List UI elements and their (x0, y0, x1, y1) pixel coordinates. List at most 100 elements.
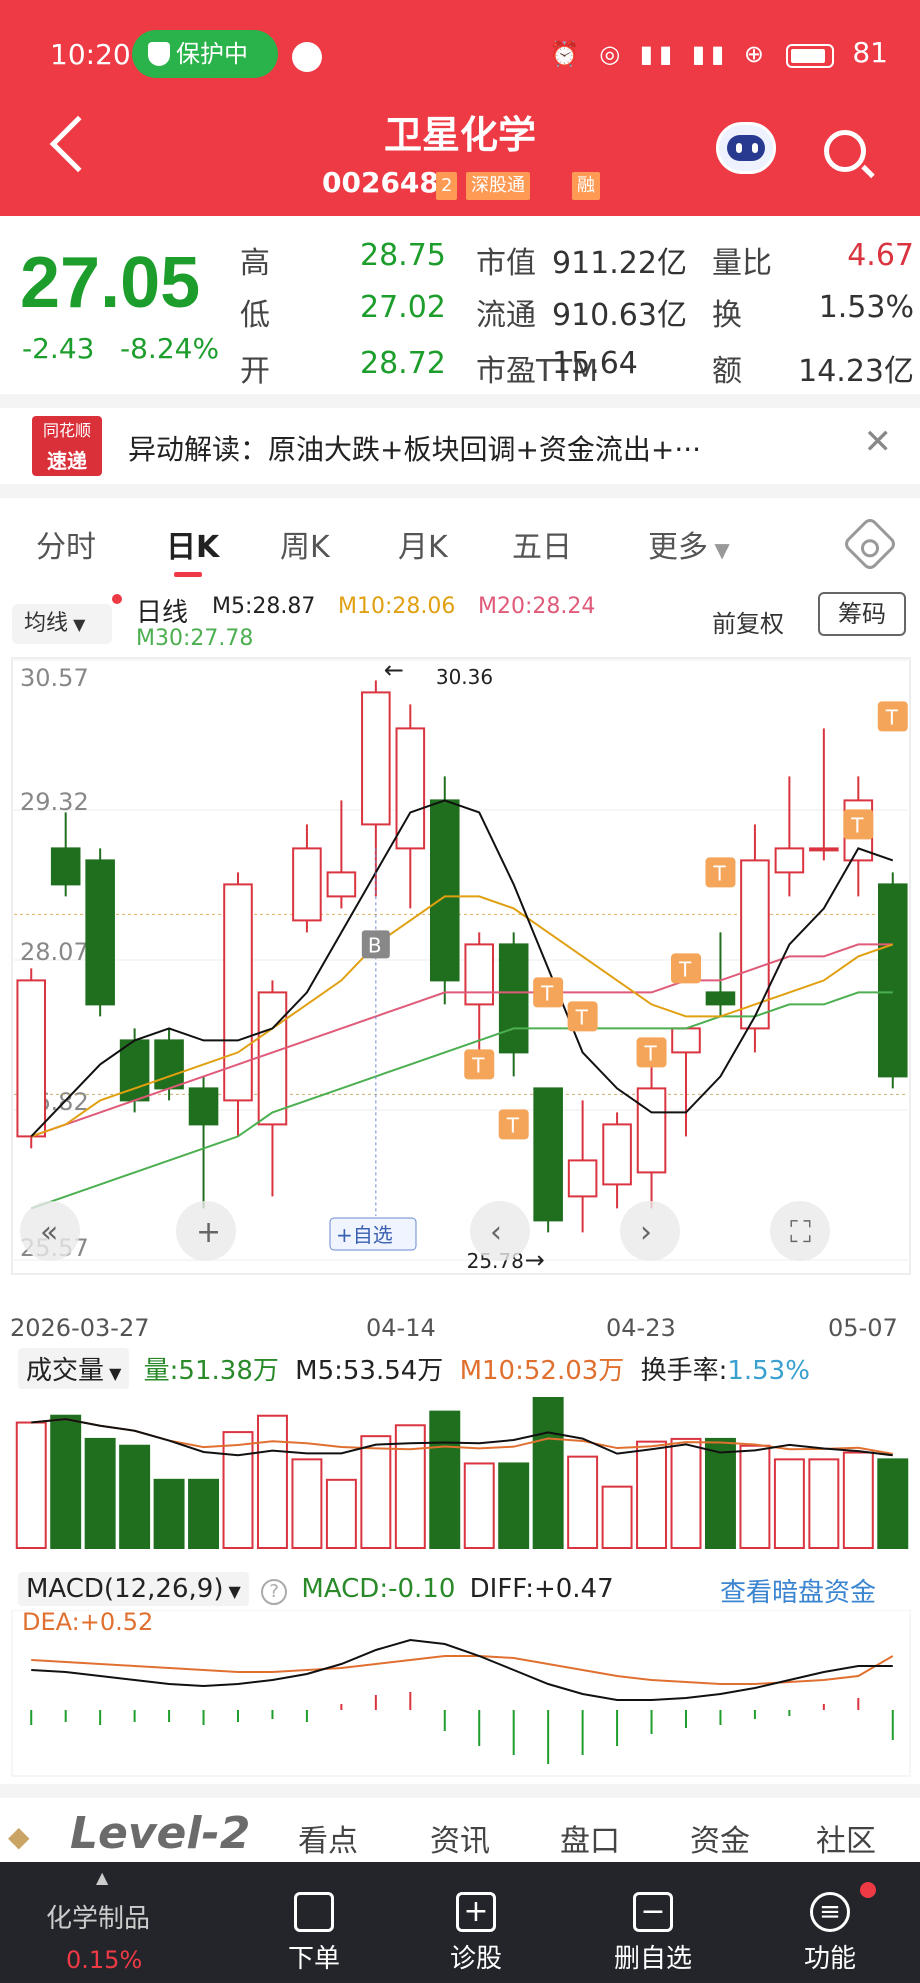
ma-legend: 均线 ▼ 日线 M5:28.87 M10:28.06 M20:28.24 M30… (0, 584, 920, 654)
diagnose-button[interactable]: + 诊股 (426, 1862, 526, 1983)
add-watch-label: +自选 (336, 1223, 393, 1247)
candle-body (602, 1123, 632, 1186)
t-marker-label: T (885, 705, 899, 729)
fullscreen-icon: ⛶ (790, 1215, 811, 1250)
bottom-toolbar: ▲ 化学制品 0.15% 下单 + 诊股 − 删自选 ≡ 功能 (0, 1862, 920, 1983)
triangle-up-icon: ▲ (96, 1868, 109, 1887)
candle-body (740, 859, 770, 1030)
dea-line (31, 1655, 894, 1685)
candle-body (50, 847, 81, 886)
t-marker-label: T (471, 1053, 485, 1077)
candle-body (636, 1087, 667, 1174)
tab-month-k[interactable]: 月K (398, 522, 448, 566)
tab-pankou[interactable]: 盘口 (560, 1816, 620, 1860)
tab-fenshi[interactable]: 分时 (36, 522, 96, 566)
candle-body (154, 1039, 184, 1090)
ma-selector[interactable]: 均线 ▼ (12, 604, 112, 644)
macd-selector[interactable]: MACD(12,26,9) ▼ (18, 1572, 249, 1606)
ma5-value: M5:28.87 (212, 594, 316, 619)
close-icon[interactable]: ✕ (864, 422, 893, 462)
tab-kandian[interactable]: 看点 (298, 1816, 358, 1860)
volume-bar (50, 1414, 82, 1549)
candle-body (809, 847, 839, 852)
volume-bar (256, 1414, 288, 1549)
price-change: -2.43 (22, 332, 95, 365)
candle-body (16, 979, 47, 1138)
volume-selector[interactable]: 成交量 ▼ (18, 1348, 130, 1389)
volume-ma5-line (31, 1418, 893, 1457)
level2-logo[interactable]: Level-2 (70, 1808, 250, 1859)
divider (0, 394, 920, 408)
tab-five-day[interactable]: 五日 (512, 522, 572, 566)
search-icon[interactable] (824, 130, 866, 172)
tab-day-k[interactable]: 日K (166, 522, 219, 566)
stat-value: 4.67 (847, 238, 914, 273)
candlestick-chart[interactable]: 30.5729.3228.0726.8225.5730.36←25.78→BTT… (0, 656, 920, 1356)
caret-down-icon: ▼ (223, 1582, 241, 1601)
help-icon[interactable]: ? (261, 1579, 288, 1605)
volume-bar (360, 1435, 392, 1550)
prev-icon: ‹ (490, 1215, 502, 1250)
news-text: 异动解读：原油大跌+板块回调+资金流出+··· (128, 433, 702, 466)
volume-m5: M5:53.54万 (295, 1356, 444, 1386)
stat-label: 低 (240, 298, 270, 333)
stat-value: 911.22亿 (552, 246, 687, 281)
rewind-icon: « (40, 1215, 58, 1250)
candle-body (533, 1087, 563, 1222)
remove-watch-button[interactable]: − 删自选 (598, 1862, 708, 1983)
signal-icons: ⏰ ◎ ▮▮ ▮▮ ⊕ (549, 40, 770, 68)
dark-pool-link[interactable]: 查看暗盘资金 (720, 1572, 876, 1609)
ths-express-logo: 同花顺 速递 (32, 416, 102, 476)
t-marker-label: T (506, 1113, 520, 1137)
order-button[interactable]: 下单 (264, 1862, 364, 1983)
settings-icon[interactable] (841, 515, 899, 573)
protect-badge[interactable]: 保护中 (132, 30, 278, 78)
volume-bar (532, 1397, 564, 1549)
macd-value: MACD:-0.10 (301, 1574, 456, 1604)
stat-value: 28.72 (360, 346, 446, 381)
robot-assistant-icon[interactable] (716, 122, 776, 174)
tag-sgt: 深股通 (466, 172, 530, 200)
volume-bar (670, 1437, 702, 1550)
candle-body (464, 943, 495, 1006)
news-bar[interactable]: 同花顺 速递 异动解读：原油大跌+板块回调+资金流出+··· ✕ (0, 408, 920, 484)
stat-label: 流通 (476, 298, 536, 333)
battery-icon (786, 44, 834, 68)
macd-legend: MACD(12,26,9) ▼ ? MACD:-0.10 DIFF:+0.47 (18, 1572, 614, 1606)
chip-button[interactable]: 筹码 (818, 592, 906, 636)
stat-label: 量比 (712, 246, 772, 281)
ma20-value: M20:28.24 (478, 594, 596, 619)
volume-legend: 成交量 ▼ 量:51.38万 M5:53.54万 M10:52.03万 换手率:… (18, 1348, 810, 1389)
volume-bar (567, 1455, 599, 1549)
t-marker-label: T (540, 981, 554, 1005)
candle-body (705, 991, 736, 1006)
stat-value: 27.02 (360, 290, 446, 325)
adjust-toggle[interactable]: 前复权 (712, 604, 784, 639)
t-marker-label: T (712, 861, 726, 885)
y-tick-label: 30.57 (20, 664, 89, 692)
volume-bar (773, 1458, 805, 1549)
sector-name[interactable]: 化学制品 (46, 1898, 150, 1935)
macd-chart (11, 1610, 911, 1777)
stat-value: 15.64 (552, 346, 638, 381)
volume-bar (877, 1458, 909, 1549)
tab-shequ[interactable]: 社区 (816, 1816, 876, 1860)
candle-body (498, 943, 529, 1054)
tab-week-k[interactable]: 周K (280, 522, 330, 566)
tab-more[interactable]: 更多 ▼ (648, 522, 730, 566)
candle-body (567, 1159, 598, 1198)
ma-selector-label: 均线 (24, 611, 69, 636)
chart-frame (11, 657, 911, 1275)
candle-body (188, 1087, 219, 1126)
volume-bar (222, 1431, 254, 1549)
tab-zixun[interactable]: 资讯 (430, 1816, 490, 1860)
red-dot (112, 594, 122, 604)
chat-bubble-icon (292, 42, 322, 72)
candle-body (257, 991, 288, 1126)
function-button[interactable]: ≡ 功能 (780, 1862, 880, 1983)
stock-code: 002648 (322, 166, 439, 199)
tag-rong: 融 (572, 172, 600, 200)
battery-level: 81 (852, 36, 888, 69)
tab-zijin[interactable]: 资金 (690, 1816, 750, 1860)
status-time: 10:20 (50, 38, 131, 71)
